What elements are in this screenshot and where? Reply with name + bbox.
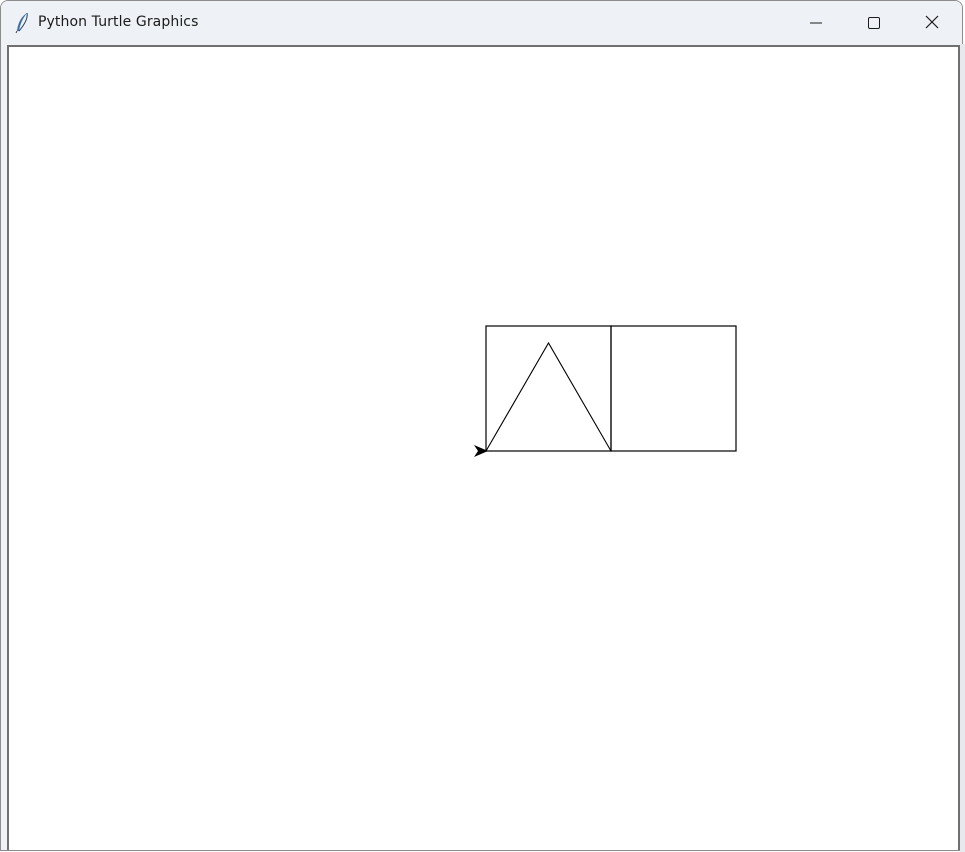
- right-square: [610, 325, 737, 452]
- left-square: [485, 325, 612, 452]
- triangle: [485, 341, 612, 452]
- drawing-layer: [474, 325, 737, 457]
